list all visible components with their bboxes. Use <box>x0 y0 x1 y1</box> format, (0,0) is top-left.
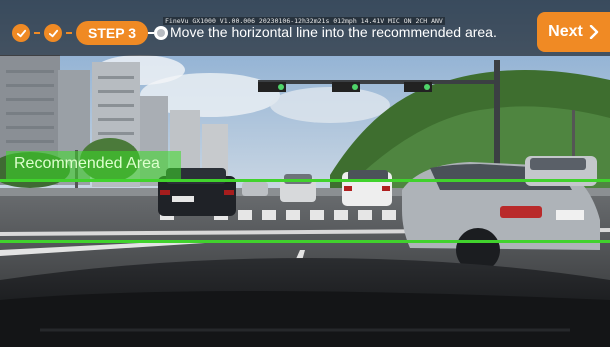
step-connector <box>66 32 72 34</box>
check-icon <box>44 24 62 42</box>
recommended-area-label-box: Recommended Area <box>6 151 181 179</box>
chevron-right-icon <box>589 25 599 39</box>
next-button[interactable]: Next <box>537 12 610 52</box>
recommended-area-label: Recommended Area <box>14 155 160 172</box>
horizontal-guide-line[interactable] <box>0 240 610 243</box>
current-step-badge: STEP 3 <box>76 21 148 45</box>
recommended-area-top-line <box>0 179 610 182</box>
check-icon <box>12 24 30 42</box>
dashcam-calibration-screen: Recommended Area STEP 3 FineVu GX1000 V1… <box>0 0 610 347</box>
instruction-text: Move the horizontal line into the recomm… <box>170 24 497 40</box>
radio-dot-icon <box>154 26 168 40</box>
next-button-label: Next <box>548 23 583 40</box>
step-connector <box>34 32 40 34</box>
recommended-area-band <box>0 180 610 243</box>
step-progress: STEP 3 <box>12 20 168 46</box>
